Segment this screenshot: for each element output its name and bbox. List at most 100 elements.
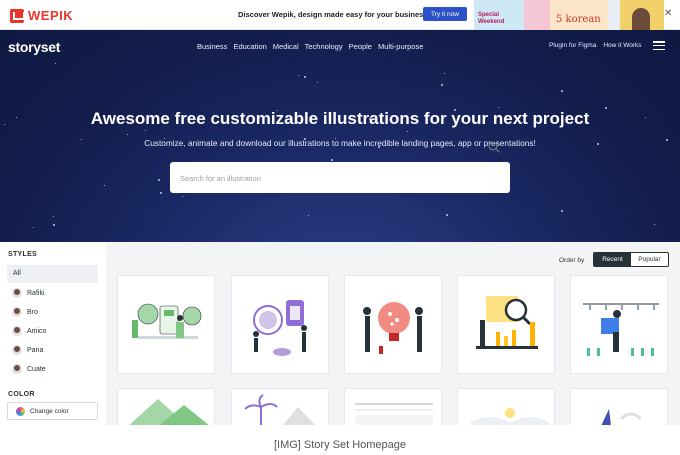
illustration-card[interactable]: [570, 388, 668, 425]
style-label: Bro: [27, 308, 38, 316]
star: [444, 73, 446, 75]
star: [182, 196, 184, 198]
star: [654, 224, 656, 226]
star: [160, 192, 162, 194]
style-label: Amico: [27, 327, 47, 335]
styles-heading: STYLES: [8, 251, 38, 258]
style-label: Cuate: [27, 365, 46, 373]
star: [127, 134, 129, 136]
wepik-brand: WEPIK: [28, 8, 74, 23]
nav-link-how-it-works[interactable]: How it Works: [603, 42, 641, 49]
star: [317, 82, 319, 84]
color-heading: COLOR: [8, 391, 35, 398]
illustration-card[interactable]: [570, 275, 668, 374]
search-input[interactable]: [180, 170, 480, 186]
illustration-card[interactable]: [117, 275, 215, 374]
hero-subtitle: Customize, animate and download our illu…: [144, 138, 536, 148]
tropical-island-illustration: [244, 394, 316, 425]
hamburger-icon[interactable]: [653, 41, 665, 51]
sunset-hills-illustration: [470, 408, 550, 425]
avatar-icon: [12, 307, 22, 317]
ad-banner: WEPIK Discover Wepik, design made easy f…: [0, 0, 680, 30]
star: [304, 76, 306, 78]
ad-thumb-text: Special Weekend: [478, 12, 505, 25]
illustration-card[interactable]: [231, 388, 329, 425]
order-toggle: Recent Popular: [593, 252, 669, 267]
star: [53, 216, 55, 218]
star: [158, 179, 160, 181]
style-label: Pana: [27, 346, 44, 354]
ad-message: Discover Wepik, design made easy for you…: [238, 10, 431, 19]
nav-link-technology[interactable]: Technology: [305, 42, 343, 51]
mountain-landscape-illustration: [129, 399, 209, 425]
data-analysis-magnifier-illustration: [476, 296, 538, 349]
style-filter-pana[interactable]: Pana: [12, 344, 43, 356]
order-popular-button[interactable]: Popular: [631, 253, 668, 266]
illustration-card[interactable]: [344, 388, 442, 425]
star: [104, 185, 106, 187]
sailboat-illustration: [601, 409, 643, 425]
ad-cta-button[interactable]: Try it now: [423, 7, 467, 21]
order-by-label: Order by: [559, 257, 585, 264]
star: [561, 210, 563, 212]
star: [55, 63, 57, 65]
lab-scientists-illustration: [132, 303, 202, 339]
star: [331, 159, 333, 161]
style-filter-rafiki[interactable]: Rafiki: [12, 287, 45, 299]
change-color-label: Change color: [30, 408, 69, 415]
ad-thumb-korean: 5 korean: [550, 0, 608, 30]
style-label: All: [13, 270, 21, 277]
search-box: [170, 162, 510, 193]
nav-link-people[interactable]: People: [349, 42, 372, 51]
hero-section: storyset Business Education Medical Tech…: [0, 30, 680, 242]
ad-thumb-special-weekend: Special Weekend: [474, 0, 524, 30]
close-icon[interactable]: ✕: [664, 8, 672, 19]
star: [446, 214, 448, 216]
style-label: Rafiki: [27, 289, 45, 297]
ad-thumb-text: 5 korean: [556, 14, 601, 25]
change-color-button[interactable]: Change color: [7, 402, 98, 420]
avatar-icon: [12, 364, 22, 374]
secondary-nav: Plugin for Figma How it Works: [549, 42, 642, 49]
wepik-logo-icon: [10, 8, 25, 23]
image-caption: [IMG] Story Set Homepage: [273, 439, 407, 451]
nav-link-medical[interactable]: Medical: [273, 42, 299, 51]
nav-link-education[interactable]: Education: [233, 42, 266, 51]
search-icon[interactable]: [488, 141, 500, 153]
hero-title: Awesome free customizable illustrations …: [90, 109, 590, 128]
star: [53, 224, 55, 226]
nav-link-business[interactable]: Business: [197, 42, 227, 51]
avatar-icon: [12, 326, 22, 336]
ad-thumbnails[interactable]: Special Weekend 5 korean: [474, 0, 664, 30]
color-wheel-icon: [16, 407, 25, 416]
avatar-icon: [12, 288, 22, 298]
illustration-card[interactable]: [457, 275, 555, 374]
ad-thumb: [608, 0, 620, 30]
illustration-card[interactable]: [231, 275, 329, 374]
wepik-logo[interactable]: WEPIK: [10, 8, 73, 23]
illustration-card[interactable]: [457, 388, 555, 425]
order-recent-button[interactable]: Recent: [594, 253, 631, 266]
storyset-logo[interactable]: storyset: [8, 39, 60, 55]
ad-thumb-portrait: [620, 0, 664, 30]
star: [441, 84, 443, 86]
science-research-illustration: [253, 300, 307, 356]
star: [308, 215, 310, 217]
idea-bulb-team-illustration: [363, 302, 423, 354]
style-filter-bro[interactable]: Bro: [12, 306, 38, 318]
illustration-card[interactable]: [344, 275, 442, 374]
greenhouse-farming-illustration: [583, 303, 659, 356]
illustration-card[interactable]: [117, 388, 215, 425]
city-skyline-illustration: [355, 403, 433, 425]
star: [298, 75, 300, 77]
style-filter-amico[interactable]: Amico: [12, 325, 46, 337]
star: [407, 131, 409, 133]
star: [561, 90, 563, 92]
nav-link-plugin-figma[interactable]: Plugin for Figma: [549, 42, 596, 49]
ad-thumb: [524, 0, 550, 30]
style-filter-cuate[interactable]: Cuate: [12, 363, 46, 375]
category-nav: Business Education Medical Technology Pe…: [197, 42, 423, 51]
style-filter-all[interactable]: All: [7, 265, 98, 283]
image-caption-area: [IMG] Story Set Homepage: [0, 425, 680, 455]
nav-link-multi-purpose[interactable]: Multi-purpose: [378, 42, 423, 51]
